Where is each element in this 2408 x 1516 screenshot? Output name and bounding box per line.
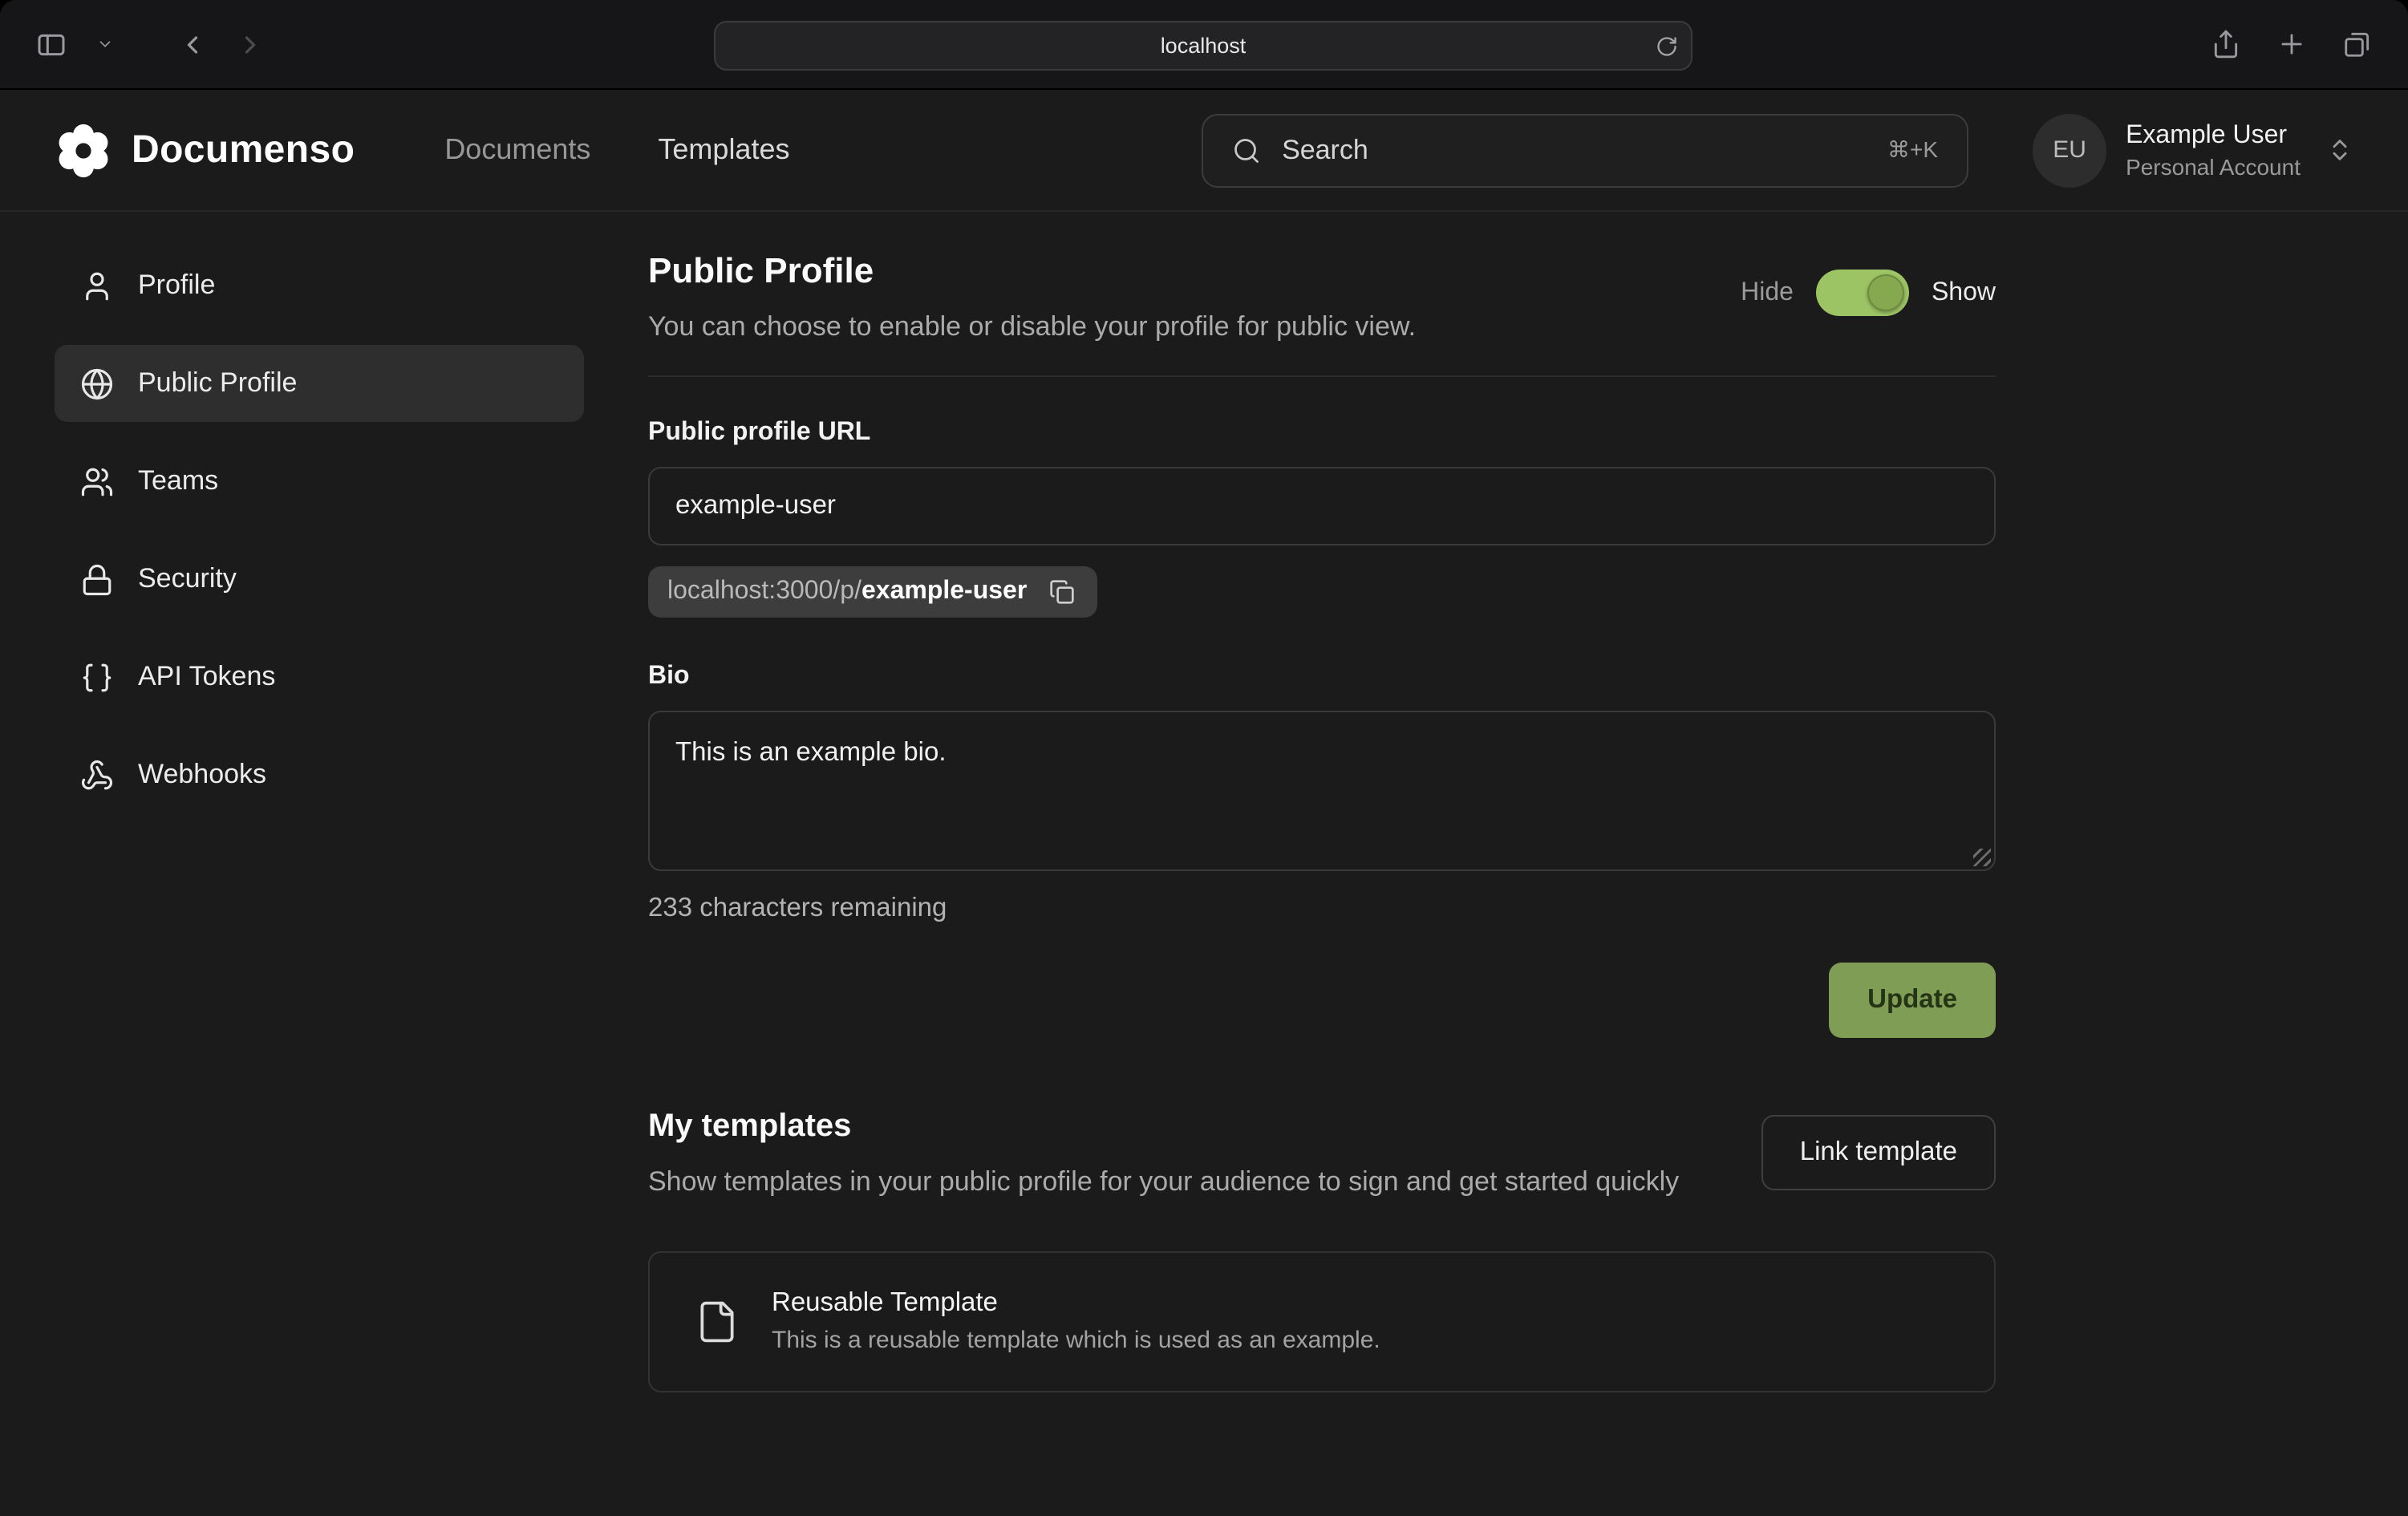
chevron-down-icon	[96, 35, 114, 53]
template-description: This is a reusable template which is use…	[772, 1327, 1380, 1354]
nav-documents[interactable]: Documents	[444, 133, 590, 167]
webhook-icon	[80, 758, 114, 792]
search-icon	[1232, 136, 1261, 164]
sidebar-item-webhooks[interactable]: Webhooks	[55, 736, 584, 813]
bio-label: Bio	[648, 663, 1996, 691]
sidebar-item-label: Webhooks	[138, 759, 266, 791]
template-name: Reusable Template	[772, 1288, 1380, 1319]
tabs-icon	[2342, 29, 2373, 59]
main-nav: Documents Templates	[444, 133, 789, 167]
user-icon	[80, 269, 114, 302]
plus-icon	[2276, 29, 2307, 59]
divider	[648, 375, 1996, 377]
search-input[interactable]: Search ⌘+K	[1202, 113, 1968, 187]
screen: localhost	[0, 0, 2408, 1516]
page-subtitle: You can choose to enable or disable your…	[648, 311, 1416, 343]
brand-name: Documenso	[132, 128, 355, 172]
new-tab-button[interactable]	[2270, 22, 2313, 66]
share-button[interactable]	[2204, 22, 2248, 66]
toggle-knob	[1867, 274, 1904, 311]
profile-visibility-toggle[interactable]	[1816, 270, 1909, 316]
sidebar-item-label: Profile	[138, 270, 215, 302]
hide-label: Hide	[1741, 278, 1794, 307]
account-menu[interactable]: EU Example User Personal Account	[2033, 113, 2353, 187]
profile-visibility-control: Hide Show	[1741, 270, 1996, 316]
braces-icon	[80, 660, 114, 694]
app-header: Documenso Documents Templates Search ⌘+K…	[0, 90, 2408, 212]
public-profile-section-head: Public Profile You can choose to enable …	[648, 250, 1996, 343]
sidebar-item-label: Teams	[138, 465, 218, 497]
template-info: Reusable Template This is a reusable tem…	[772, 1288, 1380, 1354]
nav-templates[interactable]: Templates	[658, 133, 789, 167]
share-icon	[2211, 29, 2241, 59]
sidebar-item-public-profile[interactable]: Public Profile	[55, 345, 584, 422]
tab-group-chevron-icon[interactable]	[90, 29, 120, 59]
bio-textarea[interactable]: This is an example bio.	[648, 711, 1996, 871]
browser-chrome: localhost	[0, 0, 2408, 90]
my-templates-title: My templates	[648, 1109, 1679, 1145]
globe-icon	[80, 367, 114, 400]
avatar: EU	[2033, 113, 2106, 187]
public-profile-url-input[interactable]	[648, 467, 1996, 545]
address-bar-url: localhost	[1161, 34, 1247, 58]
sidebar-item-label: Public Profile	[138, 367, 297, 399]
public-url-preview: localhost:3000/p/example-user	[648, 566, 1097, 618]
copy-url-button[interactable]	[1046, 576, 1078, 608]
lock-icon	[80, 562, 114, 596]
show-label: Show	[1932, 278, 1996, 307]
sidebar-item-security[interactable]: Security	[55, 541, 584, 618]
settings-sidebar: Profile Public Profile Teams Security	[0, 212, 584, 834]
sidebar-item-api-tokens[interactable]: API Tokens	[55, 638, 584, 715]
address-bar[interactable]: localhost	[714, 21, 1692, 71]
file-icon	[695, 1299, 740, 1344]
page-body: Profile Public Profile Teams Security	[0, 212, 2408, 1392]
sidebar-item-label: API Tokens	[138, 661, 275, 693]
my-templates-description: Show templates in your public profile fo…	[648, 1161, 1679, 1202]
brand[interactable]: Documenso	[55, 121, 355, 179]
copy-icon	[1049, 579, 1075, 605]
sidebar-item-label: Security	[138, 563, 237, 595]
page-title: Public Profile	[648, 250, 1416, 292]
account-type: Personal Account	[2126, 153, 2301, 179]
user-name: Example User	[2126, 121, 2301, 150]
sidebar-toggle-icon[interactable]	[29, 22, 74, 67]
chevron-right-icon	[236, 30, 265, 59]
search-placeholder: Search	[1282, 134, 1368, 166]
back-button[interactable]	[172, 23, 213, 65]
template-card[interactable]: Reusable Template This is a reusable tem…	[648, 1250, 1996, 1392]
update-button[interactable]: Update	[1829, 963, 1996, 1038]
link-template-button[interactable]: Link template	[1761, 1115, 1996, 1190]
characters-remaining: 233 characters remaining	[648, 894, 1996, 924]
public-profile-url-label: Public profile URL	[648, 419, 1996, 448]
browser-right-controls	[2204, 22, 2379, 66]
sidebar-toggle-icon	[35, 28, 67, 60]
chevrons-up-down-icon	[2326, 136, 2353, 164]
sidebar-item-teams[interactable]: Teams	[55, 443, 584, 520]
main-content: Public Profile You can choose to enable …	[648, 212, 1996, 1392]
tab-overview-button[interactable]	[2336, 22, 2379, 66]
users-icon	[80, 464, 114, 498]
template-more-button[interactable]	[1898, 1295, 1949, 1347]
documenso-logo-icon	[55, 121, 112, 179]
forward-button[interactable]	[229, 23, 271, 65]
search-shortcut-badge: ⌘+K	[1887, 136, 1938, 164]
bio-field-wrapper: This is an example bio.	[648, 711, 1996, 871]
more-horizontal-icon	[1907, 1305, 1940, 1337]
chevron-left-icon	[178, 30, 207, 59]
sidebar-item-profile[interactable]: Profile	[55, 247, 584, 324]
public-url-prefix: localhost:3000/p/	[667, 578, 861, 606]
browser-left-controls	[29, 22, 271, 67]
refresh-icon[interactable]	[1656, 34, 1678, 57]
my-templates-head: My templates Show templates in your publ…	[648, 1109, 1996, 1202]
update-row: Update	[648, 963, 1996, 1038]
public-url-slug: example-user	[861, 578, 1027, 606]
